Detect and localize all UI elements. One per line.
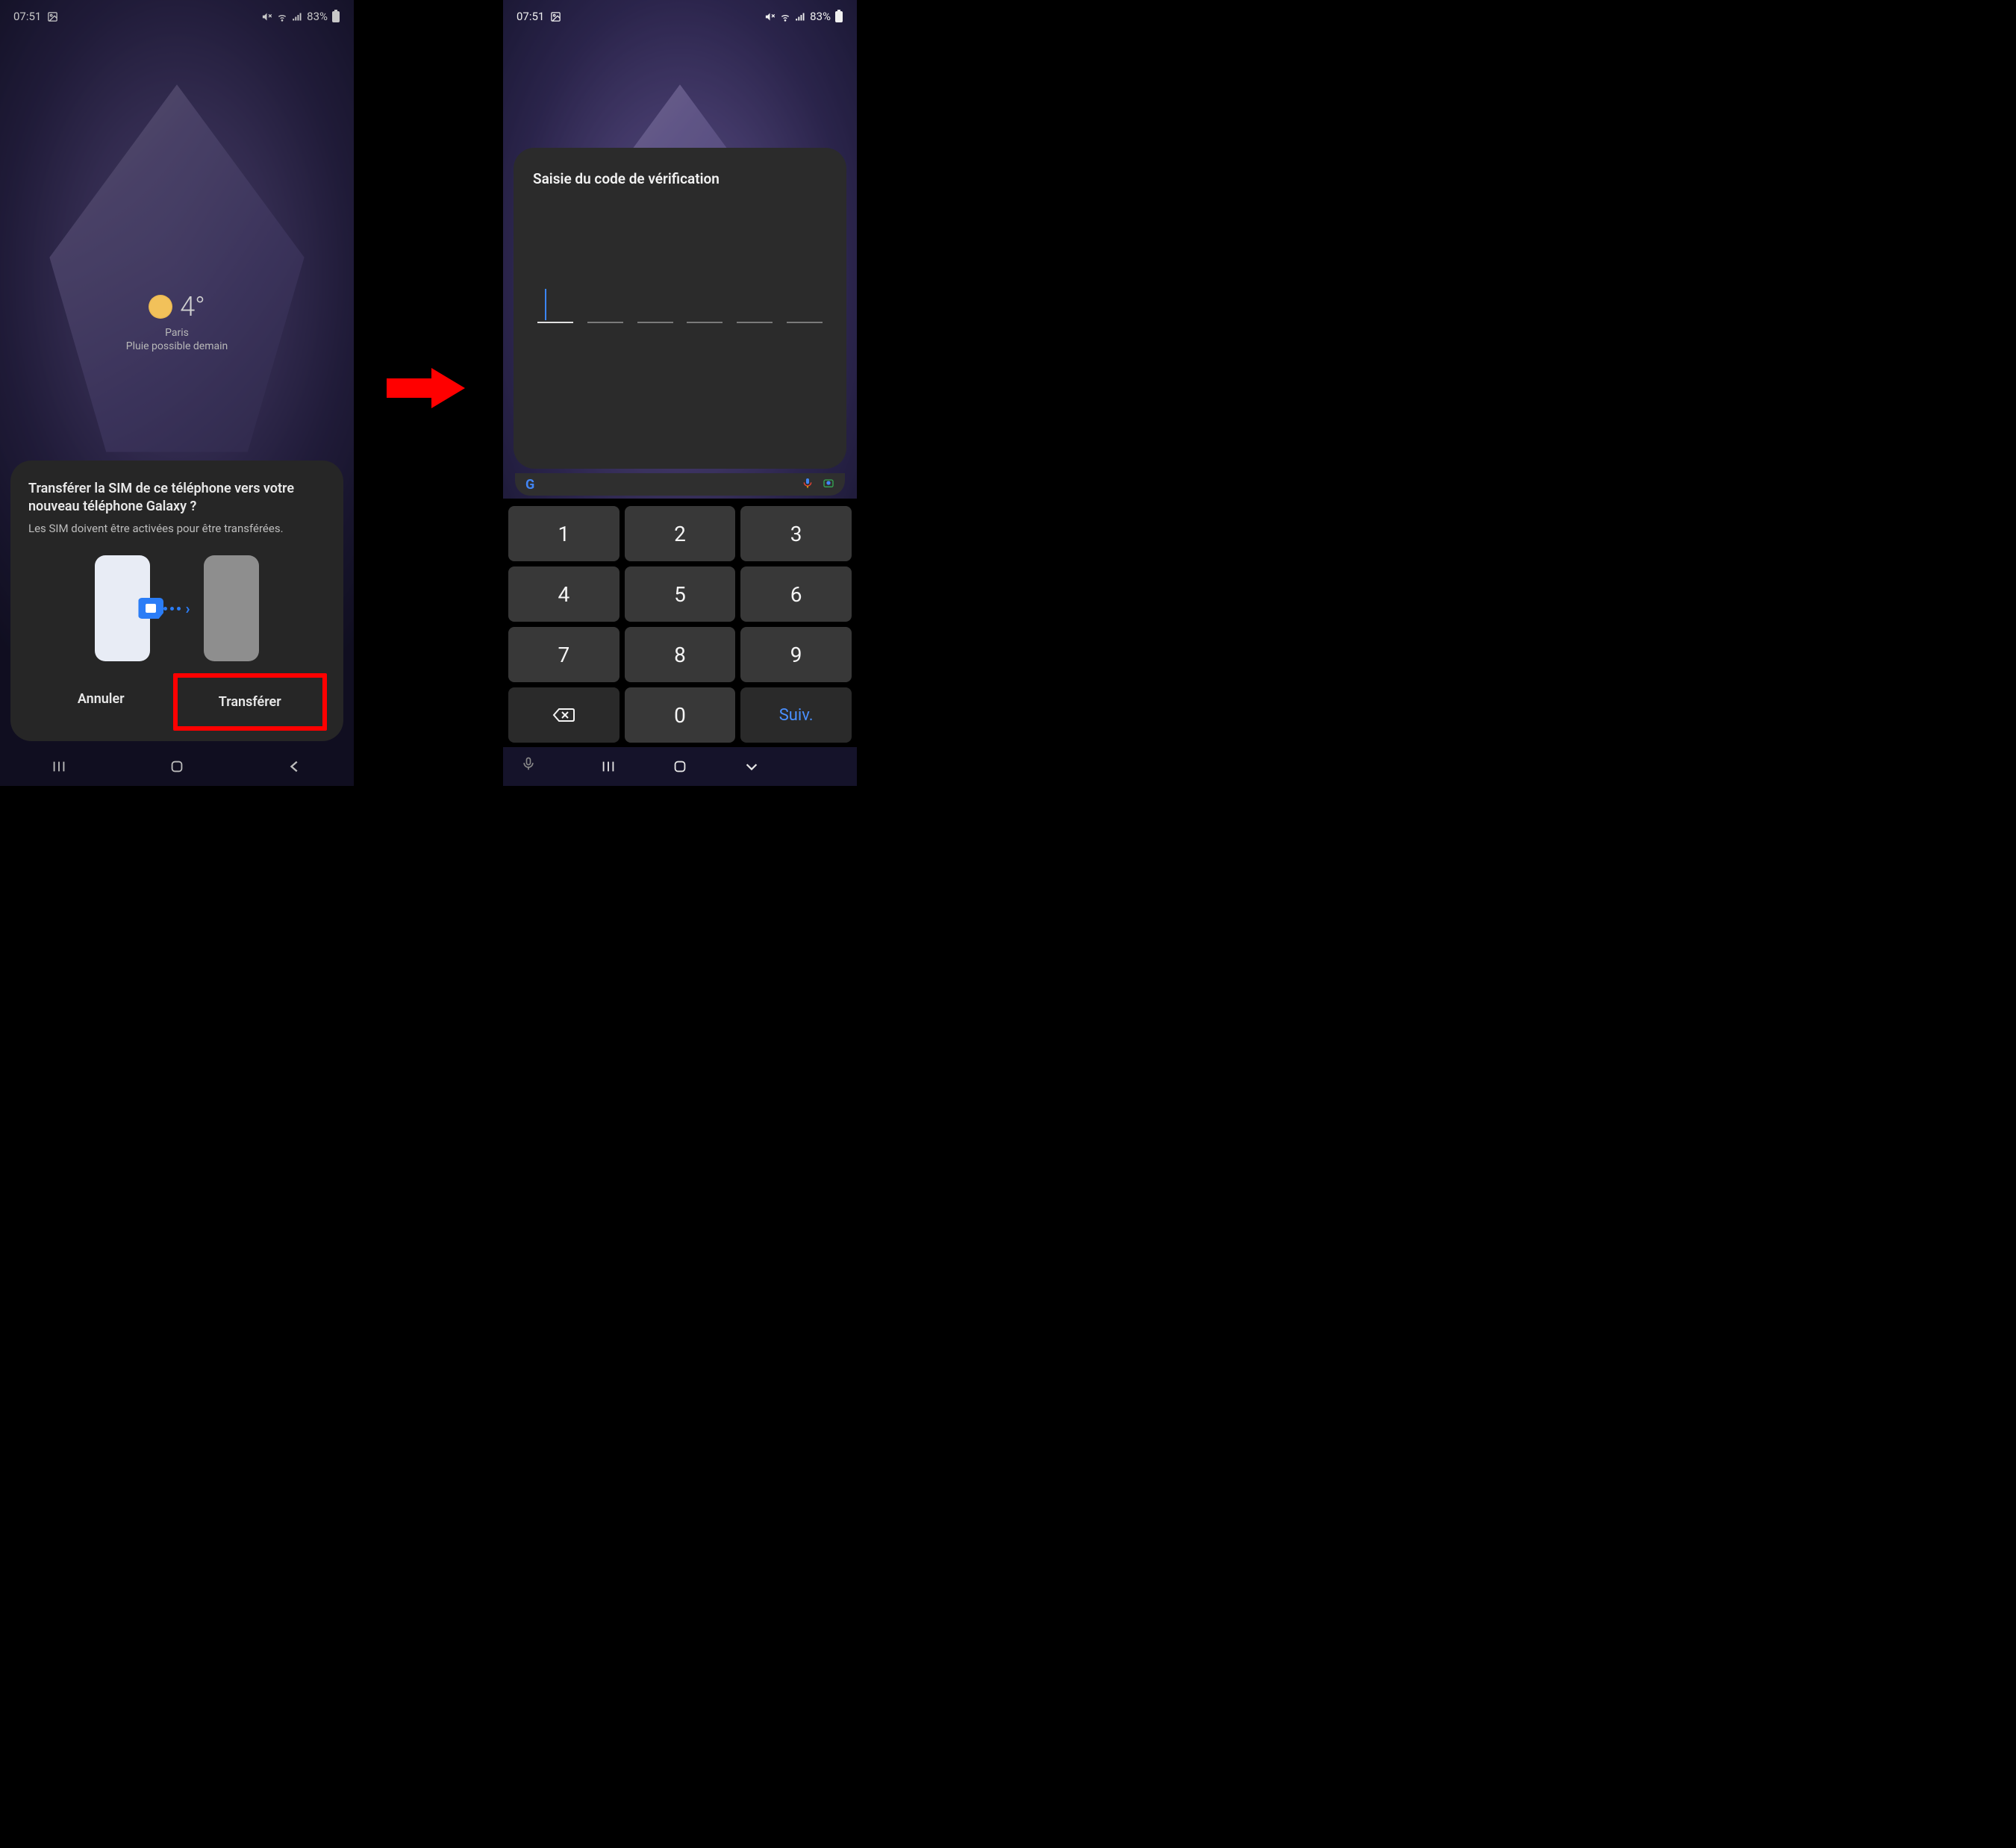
clock: 07:51: [517, 10, 544, 23]
google-search-bar[interactable]: G: [515, 473, 845, 496]
transfer-arrow-icon: ›: [163, 599, 190, 617]
numeric-keypad: 1 2 3 4 5 6 7 8 9 0 Suiv.: [503, 499, 857, 747]
transfer-dialog: Transférer la SIM de ce téléphone vers v…: [10, 461, 343, 741]
key-8[interactable]: 8: [625, 627, 736, 682]
mute-icon: [764, 11, 775, 22]
source-phone-icon: [95, 555, 150, 661]
key-3[interactable]: 3: [740, 506, 852, 561]
sim-icon: [138, 598, 163, 619]
step-arrow-icon: [379, 362, 469, 417]
battery-icon: [331, 10, 340, 23]
battery-icon: [834, 10, 843, 23]
transfer-illustration: ›: [28, 555, 325, 661]
verification-card: Saisie du code de vérification: [514, 148, 846, 469]
home-button[interactable]: [672, 758, 688, 775]
back-button[interactable]: [287, 758, 303, 775]
google-logo-icon: G: [525, 477, 534, 493]
code-slot-1[interactable]: [537, 322, 573, 323]
key-5[interactable]: 5: [625, 566, 736, 622]
key-backspace[interactable]: [508, 687, 620, 743]
cancel-button[interactable]: Annuler: [28, 675, 174, 729]
image-icon: [550, 11, 561, 22]
sun-icon: [149, 295, 172, 319]
battery-percent: 83%: [307, 10, 328, 23]
recents-button[interactable]: [600, 758, 617, 775]
target-phone-icon: [204, 555, 259, 661]
signal-icon: [292, 11, 303, 22]
status-bar: 07:51 83%: [0, 6, 354, 27]
weather-city: Paris: [0, 327, 354, 339]
key-1[interactable]: 1: [508, 506, 620, 561]
recents-button[interactable]: [51, 758, 67, 775]
signal-icon: [795, 11, 806, 22]
clock: 07:51: [13, 10, 41, 23]
key-next[interactable]: Suiv.: [740, 687, 852, 743]
weather-widget[interactable]: 4° Paris Pluie possible demain: [0, 291, 354, 352]
key-0[interactable]: 0: [625, 687, 736, 743]
wifi-icon: [276, 10, 288, 22]
key-6[interactable]: 6: [740, 566, 852, 622]
key-2[interactable]: 2: [625, 506, 736, 561]
key-4[interactable]: 4: [508, 566, 620, 622]
code-slot-2[interactable]: [587, 322, 623, 323]
keyboard-hide-button[interactable]: [743, 758, 760, 775]
image-icon: [47, 11, 58, 22]
temperature: 4°: [180, 291, 205, 322]
verification-title: Saisie du code de vérification: [533, 170, 827, 187]
dialog-subtitle: Les SIM doivent être activées pour être …: [28, 521, 325, 536]
key-9[interactable]: 9: [740, 627, 852, 682]
screenshot-right: 07:51 83% Saisie du code de vérification: [503, 0, 857, 786]
battery-percent: 83%: [810, 10, 831, 23]
screenshot-left: 07:51 83% 4° Paris Pluie p: [0, 0, 354, 786]
nav-bar: [503, 747, 857, 786]
home-button[interactable]: [169, 758, 185, 775]
code-slot-6[interactable]: [787, 322, 823, 323]
code-slot-3[interactable]: [637, 322, 673, 323]
nav-bar: [0, 747, 354, 786]
code-slot-4[interactable]: [687, 322, 723, 323]
weather-forecast: Pluie possible demain: [0, 340, 354, 352]
mute-icon: [261, 11, 272, 22]
dialog-title: Transférer la SIM de ce téléphone vers v…: [28, 480, 325, 516]
key-7[interactable]: 7: [508, 627, 620, 682]
voice-search-icon[interactable]: [802, 477, 814, 492]
status-bar: 07:51 83%: [503, 6, 857, 27]
transfer-button[interactable]: Transférer: [173, 673, 328, 731]
wifi-icon: [779, 10, 791, 22]
lens-icon[interactable]: [823, 477, 834, 492]
code-input[interactable]: [533, 322, 827, 323]
code-slot-5[interactable]: [737, 322, 773, 323]
mic-icon[interactable]: [521, 755, 536, 775]
